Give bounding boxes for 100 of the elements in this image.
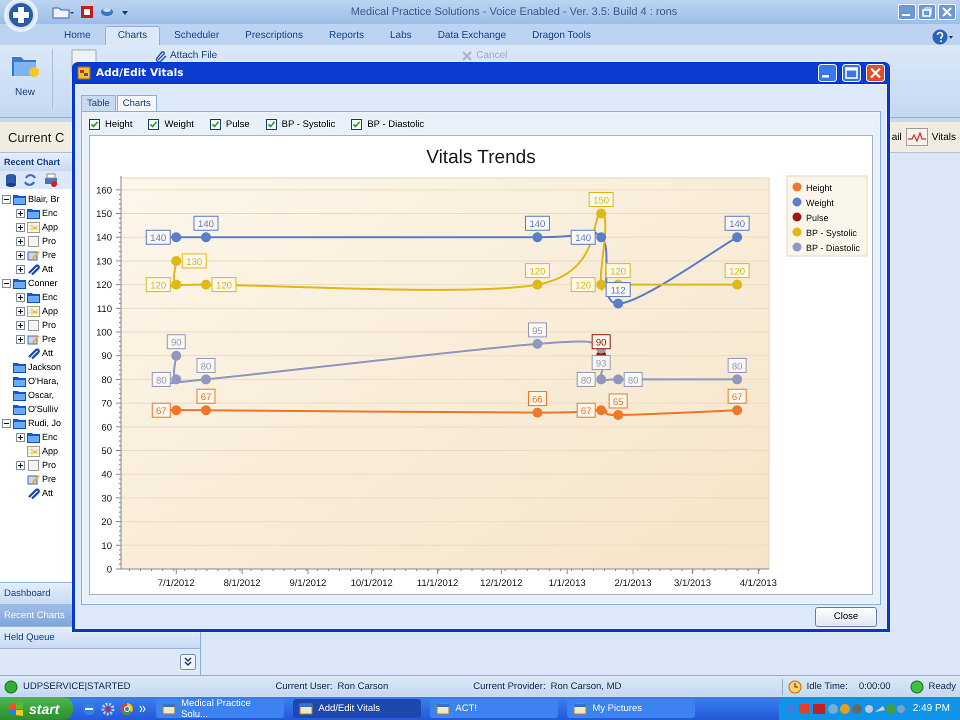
tree-item[interactable]: Jackson xyxy=(28,362,62,372)
tree-item[interactable]: Enc xyxy=(42,292,58,302)
expand-icon[interactable] xyxy=(16,334,25,344)
tree-item[interactable]: Att xyxy=(42,264,54,274)
ribbon-tab[interactable]: Scheduler xyxy=(162,27,232,45)
tree-item[interactable]: Pre xyxy=(42,474,56,484)
data-label: 80 xyxy=(156,375,167,386)
refresh-icon[interactable] xyxy=(23,173,37,187)
legend-label: Pulse xyxy=(806,213,829,223)
taskbar-button[interactable]: My Pictures xyxy=(567,699,696,718)
data-label: 90 xyxy=(596,338,606,349)
checkbox[interactable] xyxy=(266,118,277,130)
checkbox-label: BP - Diastolic xyxy=(367,118,424,130)
clock: 2:49 PM xyxy=(912,703,950,714)
y-tick-label: 130 xyxy=(96,256,112,268)
folder-icon[interactable] xyxy=(52,5,74,19)
expand-icon[interactable] xyxy=(16,250,25,260)
checkbox[interactable] xyxy=(351,118,362,130)
y-tick-label: 120 xyxy=(96,280,112,292)
checkbox-label: Height xyxy=(105,118,132,130)
tree-item[interactable]: Att xyxy=(42,348,54,358)
tree-item[interactable]: O'Sulliv xyxy=(28,404,58,414)
window-icon xyxy=(77,66,91,80)
tree-item[interactable]: Oscar, xyxy=(28,390,54,400)
chevron-icon[interactable] xyxy=(139,704,148,714)
windows-flag-icon xyxy=(8,702,24,716)
user-label: Current User: xyxy=(276,681,333,692)
ribbon-tab[interactable]: Data Exchange xyxy=(426,27,518,45)
expand-icon[interactable] xyxy=(16,208,25,218)
tree-item[interactable]: Conner xyxy=(28,278,58,288)
ribbon-tab[interactable]: Charts xyxy=(104,26,160,45)
tab[interactable]: Table xyxy=(81,95,116,111)
close-button[interactable]: Close xyxy=(815,607,877,627)
printer-icon[interactable] xyxy=(43,173,59,187)
x-tick-label: 10/1/2012 xyxy=(350,578,393,589)
window-icon xyxy=(573,702,588,716)
vitals-button[interactable]: Vitals xyxy=(906,128,956,146)
checkbox[interactable] xyxy=(148,118,160,130)
ribbon-tab[interactable]: Reports xyxy=(316,27,376,45)
expand-icon[interactable] xyxy=(16,432,25,442)
ribbon-tab[interactable]: Home xyxy=(52,27,103,45)
new-button[interactable]: New xyxy=(6,49,44,100)
tree-item[interactable]: App xyxy=(42,306,58,316)
tree-item[interactable]: Rudi, Jo xyxy=(28,418,62,428)
expand-icon[interactable] xyxy=(16,292,25,302)
expand-icon[interactable] xyxy=(16,320,25,330)
notepad-pencil-icon xyxy=(27,334,40,344)
expand-icon[interactable] xyxy=(16,460,25,470)
tree-item[interactable]: Pro xyxy=(42,460,56,470)
tree-item[interactable]: O'Hara, xyxy=(28,376,59,386)
tree-item[interactable]: Pre xyxy=(42,334,56,344)
gear-icon[interactable] xyxy=(101,702,116,716)
minimize-button[interactable] xyxy=(818,64,837,82)
restore-button[interactable] xyxy=(918,4,936,20)
data-label: 80 xyxy=(580,375,592,386)
tree-item[interactable]: Enc xyxy=(42,432,58,442)
y-tick-label: 160 xyxy=(96,185,112,196)
ribbon-tab[interactable]: Labs xyxy=(378,27,424,45)
app-icon[interactable] xyxy=(80,5,94,19)
ribbon-tab[interactable]: Prescriptions xyxy=(233,27,315,45)
help-icon[interactable] xyxy=(932,29,954,45)
tree-item[interactable]: Pro xyxy=(42,236,56,246)
expand-icon[interactable] xyxy=(16,264,25,274)
tree-item[interactable]: Blair, Br xyxy=(28,194,60,204)
expand-icon[interactable] xyxy=(16,222,25,232)
database-icon[interactable] xyxy=(5,173,17,187)
expand-icon[interactable] xyxy=(16,236,25,246)
ribbon-button[interactable]: Attach File xyxy=(155,49,218,62)
x-tick-label: 4/1/2013 xyxy=(740,578,777,589)
collapse-icon[interactable] xyxy=(2,418,11,428)
tree-item[interactable]: App xyxy=(42,222,58,232)
chevron-button[interactable] xyxy=(180,654,196,670)
tree-item[interactable]: App xyxy=(42,446,58,456)
taskbar-button[interactable]: Add/Edit Vitals xyxy=(293,699,422,718)
tree-item[interactable]: Pre xyxy=(42,250,56,260)
status-dot-icon xyxy=(910,680,924,694)
tab[interactable]: Charts xyxy=(116,95,157,111)
tree-item[interactable]: Pro xyxy=(42,320,56,330)
maximize-button[interactable] xyxy=(842,64,861,82)
disk-icon[interactable] xyxy=(100,5,114,19)
cross-icon xyxy=(461,50,474,62)
checkbox[interactable] xyxy=(210,118,221,130)
calendar-icon xyxy=(27,446,40,456)
paperclip-icon xyxy=(27,348,40,358)
collapse-icon[interactable] xyxy=(2,194,11,204)
legend-label: BP - Systolic xyxy=(806,228,857,238)
ribbon-tab[interactable]: Dragon Tools xyxy=(520,27,603,45)
taskbar-button[interactable]: ACT! xyxy=(430,699,558,718)
circle-icon[interactable] xyxy=(120,702,134,716)
data-label: 112 xyxy=(610,286,626,297)
tree-item[interactable]: Enc xyxy=(42,208,58,218)
y-tick-label: 20 xyxy=(101,517,112,528)
expand-icon[interactable] xyxy=(16,306,25,316)
tree-item[interactable]: Att xyxy=(42,488,54,498)
checkbox[interactable] xyxy=(89,118,100,130)
close-button[interactable] xyxy=(866,64,885,82)
collapse-icon[interactable] xyxy=(2,278,11,288)
taskbar-button[interactable]: Medical Practice Solu... xyxy=(156,699,284,718)
y-tick-label: 60 xyxy=(101,422,112,434)
app-menu-button[interactable] xyxy=(4,0,38,32)
